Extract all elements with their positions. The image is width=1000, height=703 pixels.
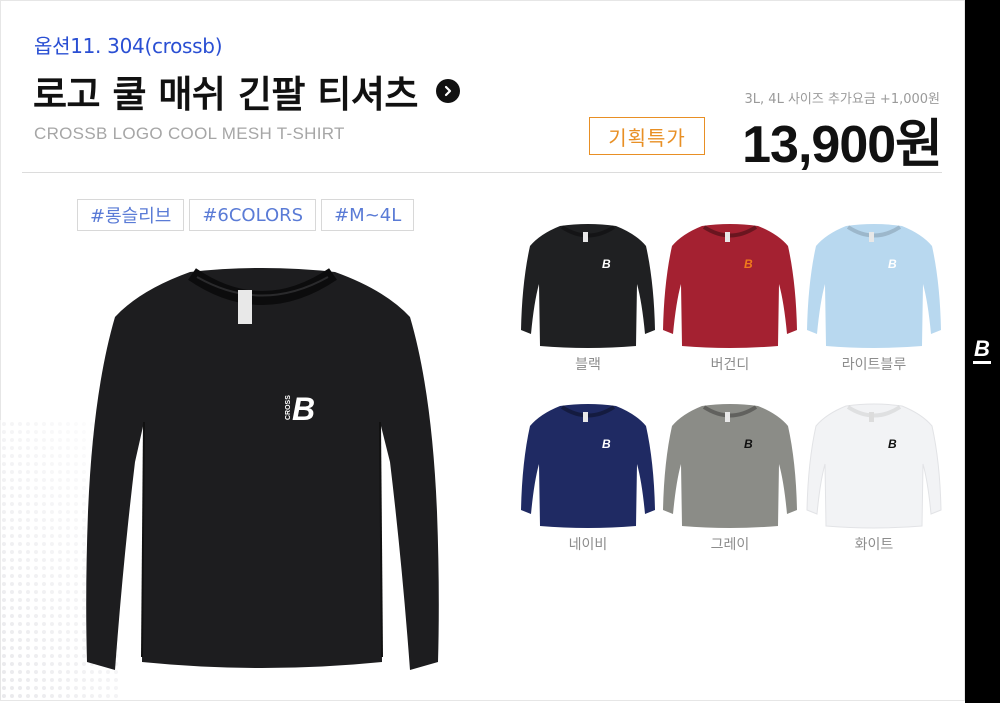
color-swatch-gray[interactable]: B 그레이 (660, 402, 800, 554)
swatch-label: 블랙 (575, 357, 601, 373)
swatch-label: 그레이 (710, 537, 750, 553)
option-label: 옵션11. 304(crossb) (34, 34, 223, 58)
svg-text:B: B (744, 437, 753, 451)
color-swatch-light-blue[interactable]: B 라이트블루 (804, 222, 944, 374)
main-logo-letter: B (292, 391, 315, 427)
swatch-image: B (806, 403, 942, 529)
divider (22, 172, 942, 173)
swatch-label: 화이트 (854, 537, 894, 553)
svg-text:B: B (602, 437, 611, 451)
swatch-image: B (521, 404, 655, 528)
swatch-label: 네이비 (568, 537, 608, 553)
tag-list: #롱슬리브 #6COLORS #M~4L (77, 199, 415, 231)
swatch-image: B (807, 224, 941, 348)
svg-text:B: B (602, 257, 611, 271)
svg-text:B: B (888, 437, 897, 451)
swatch-image: B (663, 224, 797, 348)
main-product-image: CROSS B (86, 268, 439, 670)
tag-6colors[interactable]: #6COLORS (189, 199, 317, 231)
main-logo-text: CROSS (285, 395, 292, 420)
color-swatch-white[interactable]: B 화이트 (804, 402, 944, 554)
special-price-badge: 기획특가 (589, 117, 705, 155)
swatch-image: B (663, 404, 797, 528)
product-price: 13,900원 (742, 116, 943, 174)
tag-long-sleeve[interactable]: #롱슬리브 (77, 199, 185, 231)
chevron-right-icon[interactable] (435, 79, 460, 103)
svg-text:B: B (744, 257, 753, 271)
svg-text:B: B (888, 257, 897, 271)
color-swatch-black[interactable]: B 블랙 (518, 222, 658, 374)
product-title: 로고 쿨 매쉬 긴팔 티셔츠 (33, 73, 418, 116)
product-subtitle: CROSSB LOGO COOL MESH T-SHIRT (34, 124, 345, 143)
color-swatch-burgundy[interactable]: B 버건디 (660, 222, 800, 374)
swatch-label: 버건디 (710, 357, 750, 373)
tag-size-range[interactable]: #M~4L (321, 199, 415, 231)
title-row: 로고 쿨 매쉬 긴팔 티셔츠 (33, 64, 460, 118)
color-swatch-navy[interactable]: B 네이비 (518, 402, 658, 554)
crossb-logo-icon: B (973, 336, 991, 364)
swatch-image: B (521, 224, 655, 348)
side-logo-letter: B (974, 336, 990, 361)
swatch-label: 라이트블루 (841, 357, 907, 373)
